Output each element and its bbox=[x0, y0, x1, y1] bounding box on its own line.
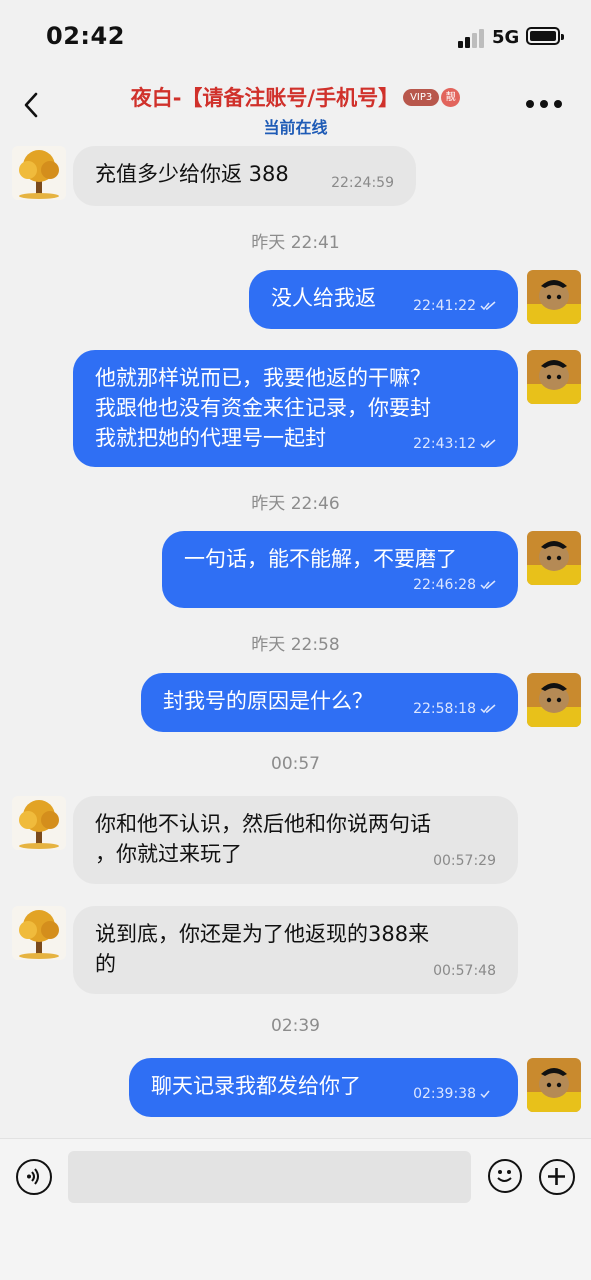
date-separator: 昨天 22:58 bbox=[251, 635, 340, 655]
message-time: 22:46:28 bbox=[413, 577, 476, 593]
cat-avatar[interactable] bbox=[527, 350, 581, 404]
message-meta: 22:46:28 bbox=[413, 570, 496, 600]
emoji-icon bbox=[497, 1170, 512, 1182]
message-meta: 22:58:18 bbox=[413, 694, 496, 724]
vip-badge: VIP3 bbox=[403, 88, 440, 106]
message-time: 02:39:38 bbox=[413, 1086, 476, 1102]
message-bubble[interactable]: 充值多少给你返 388 22:24:59 bbox=[73, 146, 416, 206]
dot-icon bbox=[540, 100, 548, 108]
message-meta: 02:39:38 bbox=[413, 1079, 496, 1109]
read-check-icon bbox=[480, 1090, 490, 1099]
message-time: 22:41:22 bbox=[413, 298, 476, 314]
message-meta: 22:41:22 bbox=[413, 291, 496, 321]
message-bubble[interactable]: 一句话，能不能解，不要磨了 22:46:28 bbox=[162, 531, 518, 608]
message-time: 22:58:18 bbox=[413, 701, 476, 717]
plus-icon bbox=[548, 1168, 565, 1185]
message-time: 00:57:29 bbox=[433, 853, 496, 869]
message-time: 22:43:12 bbox=[413, 436, 476, 452]
more-options-button[interactable] bbox=[526, 100, 562, 110]
cat-avatar[interactable] bbox=[527, 1058, 581, 1112]
message-bubble[interactable]: 你和他不认识，然后他和你说两句话 ，你就过来玩了 00:57:29 bbox=[73, 796, 518, 884]
message-bubble[interactable]: 说到底，你还是为了他返现的388来 的 00:57:48 bbox=[73, 906, 518, 994]
online-status: 当前在线 bbox=[263, 118, 328, 137]
date-separator: 02:39 bbox=[271, 1016, 320, 1036]
dot-icon bbox=[554, 100, 562, 108]
message-input[interactable] bbox=[68, 1151, 471, 1203]
cat-avatar[interactable] bbox=[527, 531, 581, 585]
dot-icon bbox=[526, 100, 534, 108]
message-time: 22:24:59 bbox=[331, 175, 394, 191]
read-check-icon bbox=[480, 301, 496, 311]
voice-button[interactable] bbox=[16, 1159, 52, 1195]
contact-title-row[interactable]: 夜白-【请备注账号/手机号】 VIP3 靓 bbox=[0, 82, 591, 112]
date-separator: 昨天 22:41 bbox=[251, 233, 340, 253]
message-time: 00:57:48 bbox=[433, 963, 496, 979]
cat-avatar[interactable] bbox=[527, 673, 581, 727]
network-type: 5G bbox=[492, 27, 520, 48]
date-separator: 00:57 bbox=[271, 754, 320, 774]
status-bar: 02:42 5G bbox=[0, 0, 591, 74]
read-check-icon bbox=[480, 439, 496, 449]
cat-avatar[interactable] bbox=[527, 270, 581, 324]
golden-tree-avatar[interactable] bbox=[12, 146, 66, 200]
chat-header: 夜白-【请备注账号/手机号】 VIP3 靓 当前在线 bbox=[0, 74, 591, 140]
message-bubble[interactable]: 封我号的原因是什么？ 22:58:18 bbox=[141, 673, 518, 732]
contact-name: 夜白-【请备注账号/手机号】 bbox=[130, 86, 400, 110]
status-time: 02:42 bbox=[46, 22, 125, 50]
input-bar bbox=[0, 1138, 591, 1280]
message-bubble[interactable]: 聊天记录我都发给你了 02:39:38 bbox=[129, 1058, 518, 1117]
date-separator: 昨天 22:46 bbox=[251, 494, 340, 514]
golden-tree-avatar[interactable] bbox=[12, 906, 66, 960]
liang-badge: 靓 bbox=[441, 87, 461, 107]
signal-icon bbox=[458, 28, 486, 48]
plus-button[interactable] bbox=[539, 1159, 575, 1195]
golden-tree-avatar[interactable] bbox=[12, 796, 66, 850]
emoji-button[interactable] bbox=[488, 1159, 522, 1193]
read-check-icon bbox=[480, 580, 496, 590]
message-bubble[interactable]: 没人给我返 22:41:22 bbox=[249, 270, 518, 329]
message-bubble[interactable]: 他就那样说而已，我要他返的干嘛？ 我跟他也没有资金来往记录，你要封 我就把她的代… bbox=[73, 350, 518, 467]
read-check-icon bbox=[480, 704, 496, 714]
battery-icon bbox=[526, 27, 564, 45]
message-meta: 22:43:12 bbox=[413, 429, 496, 459]
voice-icon bbox=[27, 1168, 39, 1185]
chat-area[interactable]: 充值多少给你返 388 22:24:59 昨天 22:41 没人给我返 22:4… bbox=[0, 140, 591, 1138]
